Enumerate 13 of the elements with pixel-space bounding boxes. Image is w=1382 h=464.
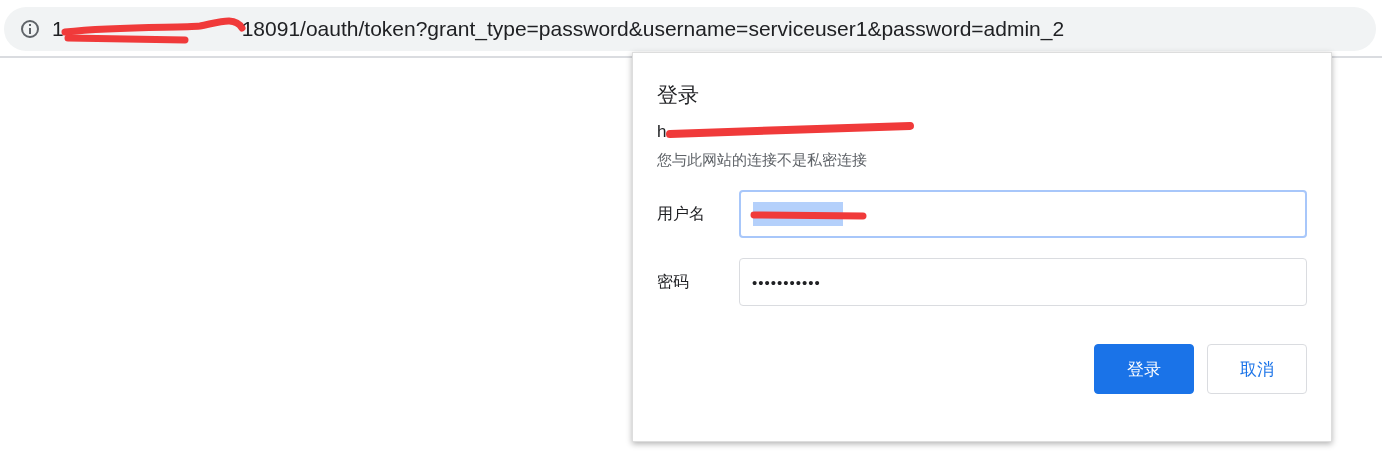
warning-text: 您与此网站的连接不是私密连接 [657,151,868,170]
field-label: 用户名 [657,203,706,224]
origin-text: h [657,122,667,142]
info-icon[interactable] [20,19,40,39]
username-field[interactable] [739,190,1307,238]
field-label: 密码 [657,271,690,292]
cancel-button[interactable]: 取消 [1207,344,1307,394]
dialog-title: 登录 [657,82,700,108]
url-text: 18091/oauth/token?grant_type=password&username=serviceuser1&password=admin_2 [241,17,1065,41]
url-text: 1 [52,17,64,41]
password-field[interactable]: ••••••••••• [739,258,1307,306]
address-bar[interactable]: 1 18091/oauth/token?grant_type=password&username=serviceuser1&password=admin_2 [4,7,1376,51]
login-button[interactable]: 登录 [1094,344,1194,394]
